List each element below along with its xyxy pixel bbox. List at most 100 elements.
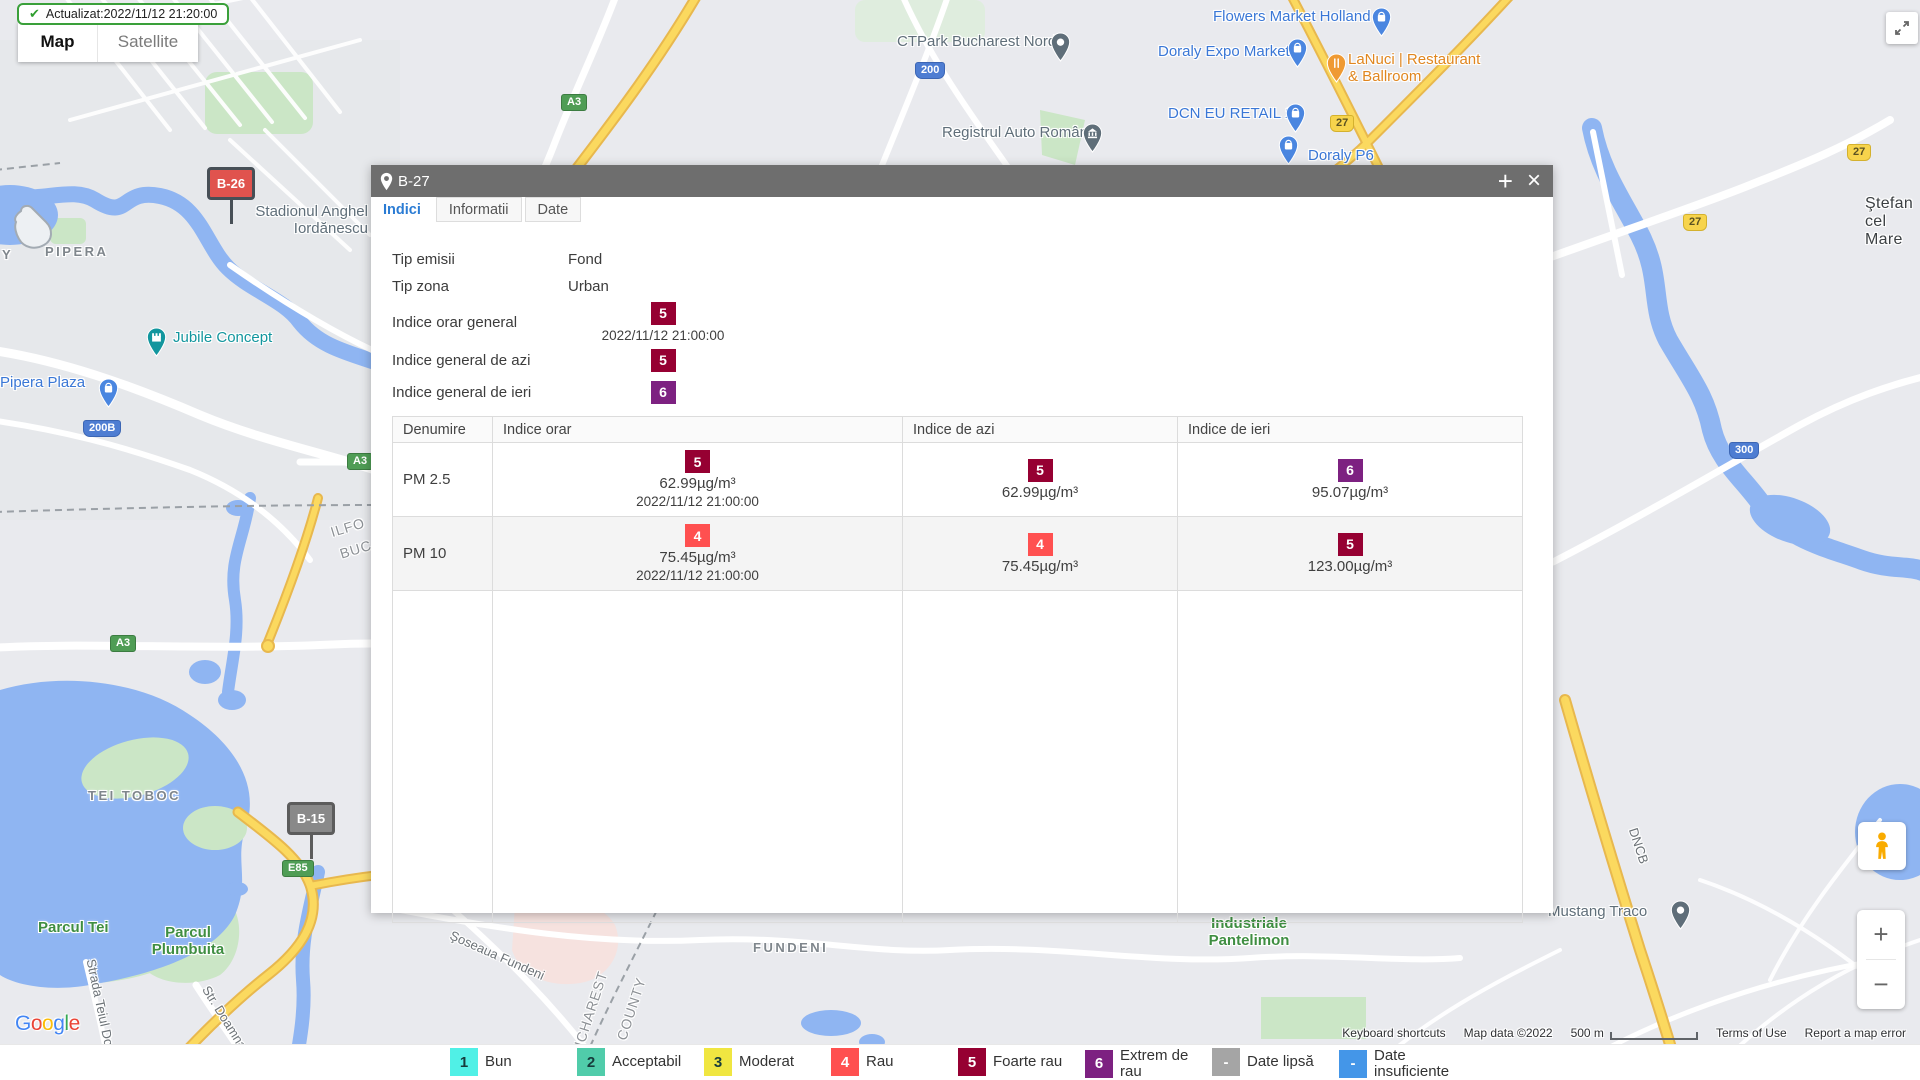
road-badge-a3: A3 [561,94,587,111]
report-error-link[interactable]: Report a map error [1805,1026,1906,1040]
jubile-concept-pin[interactable] [146,327,167,362]
pegman-control[interactable] [1858,822,1906,870]
updated-status-badge: ✔ Actualizat:2022/11/12 21:20:00 [17,3,229,25]
terms-link[interactable]: Terms of Use [1716,1026,1787,1040]
map-data-text: Map data ©2022 [1464,1026,1553,1040]
index-badge-column: 5 [568,349,758,372]
index-cell-azi: 475.45µg/m³ [903,517,1178,591]
map-label-tei-toboc: TEI TOBOC [88,789,181,804]
popup-body: Tip emisiiFondTip zonaUrban Indice orar … [371,222,1553,923]
lanuci-restaurant-pin[interactable] [1326,53,1347,88]
info-row: Tip zonaUrban [392,273,1553,300]
poi-label-flowers-market-holland[interactable]: Flowers Market Holland [1213,9,1371,26]
legend-item-4: 4 Rau [831,1048,894,1076]
legend-badge: 4 [831,1048,859,1076]
station-marker-b-15[interactable]: B-15 [287,802,335,835]
general-index-row: Indice general de azi5 [392,344,1553,376]
mustang-traco-pin[interactable] [1670,900,1691,935]
empty-cell [493,591,903,923]
google-logo-letter: e [69,1012,80,1035]
google-logo-letter: o [31,1012,42,1035]
legend-bar: 1Bun2Acceptabil3Moderat4Rau5Foarte rau6E… [0,1044,1920,1080]
tab-indici[interactable]: Indici [371,197,433,222]
table-header-indice-orar: Indice orar [493,417,903,443]
poi-label-lanuci-restaurant[interactable]: LaNuci | Restaurant & Ballroom [1348,52,1480,86]
map-type-toggle: Map Satellite [18,22,198,62]
poi-label-parcul-tei[interactable]: Parcul Tei [38,920,109,937]
road-badge-200: 200 [915,62,945,79]
pollutant-name: PM 10 [393,517,493,591]
cell-badge: 4 [685,524,710,547]
flowers-market-pin[interactable] [1371,7,1392,42]
collapse-icon[interactable] [1886,12,1918,44]
google-logo-letter: G [15,1012,31,1035]
poi-label-pipera-plaza[interactable]: Pipera Plaza [0,375,85,392]
index-cell-azi: 562.99µg/m³ [903,443,1178,517]
pipera-plaza-pin[interactable] [98,378,119,413]
satellite-type-button[interactable]: Satellite [98,22,198,62]
poi-label-mustang-traco[interactable]: Mustang Traco [1548,904,1647,921]
legend-label: Moderat [739,1054,794,1070]
map-scale: 500 m [1571,1026,1698,1040]
station-popup: B-27 + × IndiciInformatiiDate Tip emisii… [371,165,1553,913]
close-icon[interactable]: × [1527,169,1541,193]
poi-label-jubile-concept[interactable]: Jubile Concept [173,330,272,347]
legend-badge: - [1339,1050,1367,1078]
popup-title: B-27 [398,173,1498,190]
station-marker-b-26[interactable]: B-26 [207,167,255,200]
google-logo[interactable]: Google [15,1012,80,1036]
legend-item-dash-6: -Date lipsă [1212,1048,1314,1076]
legend-item-3: 3Moderat [704,1048,794,1076]
poi-label-parcul[interactable]: Parcul Plumbuita [147,925,229,959]
popup-tabs: IndiciInformatiiDate [371,197,1553,222]
legend-badge: 1 [450,1048,478,1076]
poi-label-registrul-auto-rom-n[interactable]: Registrul Auto Român [942,125,1088,142]
map-type-button[interactable]: Map [18,22,98,62]
map-attribution: Keyboard shortcuts Map data ©2022 500 m … [1342,1026,1906,1040]
dcn-retail-pin[interactable] [1285,103,1306,138]
index-badge-column: 52022/11/12 21:00:00 [568,302,758,343]
zoom-in-button[interactable]: + [1857,910,1905,959]
empty-cell [1178,591,1523,923]
cell-value: 62.99µg/m³ [1002,484,1078,501]
updated-text: Actualizat:2022/11/12 21:20:00 [46,7,217,21]
tab-informatii[interactable]: Informatii [436,197,522,222]
tab-date[interactable]: Date [525,197,582,222]
legend-badge: 5 [958,1048,986,1076]
index-timestamp: 2022/11/12 21:00:00 [602,328,725,343]
zoom-out-button[interactable]: − [1857,960,1905,1009]
google-logo-letter: o [42,1012,53,1035]
google-logo-letter: g [53,1012,64,1035]
poi-label-doraly-expo-market[interactable]: Doraly Expo Market [1158,44,1290,61]
cell-value: 95.07µg/m³ [1312,484,1388,501]
legend-badge: 6 [1085,1050,1113,1078]
table-row: PM 10475.45µg/m³2022/11/12 21:00:00475.4… [393,517,1523,591]
doraly-expo-pin[interactable] [1287,38,1308,73]
keyboard-shortcuts-link[interactable]: Keyboard shortcuts [1342,1026,1445,1040]
registrul-bank-pin[interactable] [1082,123,1103,158]
station-marker-label: B-15 [287,802,335,835]
cell-value: 75.45µg/m³ [659,549,735,566]
poi-label-ctpark-bucharest-nord[interactable]: CTPark Bucharest Nord [897,34,1056,51]
scale-bar [1610,1032,1698,1040]
poi-label-dcn-eu-retail-1[interactable]: DCN EU RETAIL 1 [1168,106,1293,123]
road-badge-300: 300 [1729,442,1759,459]
legend-label: Rau [866,1054,894,1070]
poi-label-doraly-p6[interactable]: Doraly P6 [1308,148,1374,165]
poi-label-stadionul-anghel[interactable]: Stadionul Anghel Iordănescu [233,204,368,238]
map-label-fundeni: FUNDENI [753,941,828,956]
legend-item-dash-7: -Date insuficiente [1339,1048,1466,1080]
cell-badge: 4 [1028,533,1053,556]
legend-label: Acceptabil [612,1054,681,1070]
table-header-denumire: Denumire [393,417,493,443]
road-badge-200b: 200B [83,420,121,437]
legend-item-6: 6Extrem de rau [1085,1048,1212,1080]
index-label: Indice orar general [392,314,568,331]
map-canvas[interactable]: PIPERATEI TOBOCFUNDENIYCTPark Bucharest … [0,0,1920,1080]
table-header-indice-de-ieri: Indice de ieri [1178,417,1523,443]
cell-badge: 5 [1338,533,1363,556]
info-label: Tip zona [392,278,568,295]
ctpark-pin[interactable] [1050,32,1071,67]
add-icon[interactable]: + [1498,168,1513,194]
index-label: Indice general de azi [392,352,568,369]
